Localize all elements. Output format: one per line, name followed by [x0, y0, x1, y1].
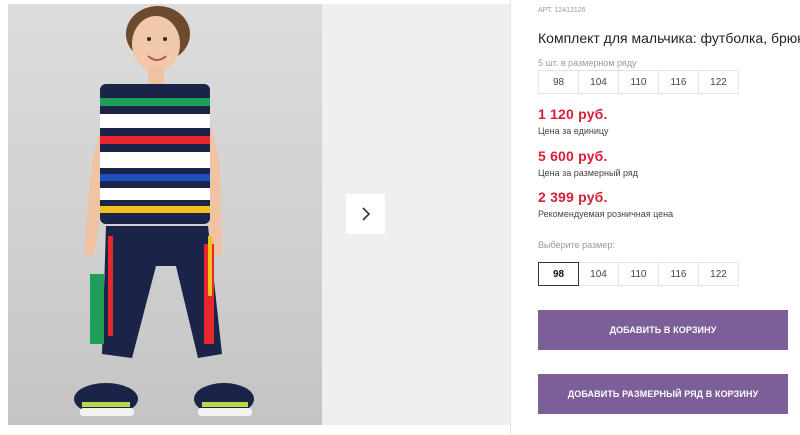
pack-price: 5 600 руб.: [538, 148, 608, 164]
pack-size-cell: 104: [578, 70, 619, 94]
next-image-button[interactable]: [346, 194, 385, 234]
article-number: АРТ. 12412126: [538, 7, 586, 14]
size-option-110[interactable]: 110: [618, 262, 659, 286]
size-option-104[interactable]: 104: [578, 262, 619, 286]
pack-sizes: 98 104 110 116 122: [538, 70, 739, 94]
unit-price: 1 120 руб.: [538, 106, 608, 122]
choose-size-label: Выберите размер:: [538, 240, 615, 250]
size-selector: 98 104 110 116 122: [538, 262, 739, 286]
add-pack-to-cart-button[interactable]: ДОБАВИТЬ РАЗМЕРНЫЙ РЯД В КОРЗИНУ: [538, 374, 788, 414]
add-to-cart-button[interactable]: ДОБАВИТЬ В КОРЗИНУ: [538, 310, 788, 350]
pack-size-cell: 110: [618, 70, 659, 94]
pack-size-cell: 98: [538, 70, 579, 94]
size-option-98[interactable]: 98: [538, 262, 579, 286]
retail-price-label: Рекомендуемая розничная цена: [538, 209, 674, 219]
product-photo[interactable]: [8, 4, 322, 425]
size-option-122[interactable]: 122: [698, 262, 739, 286]
product-info: АРТ. 12412126 Комплект для мальчика: фут…: [538, 0, 800, 435]
unit-price-label: Цена за единицу: [538, 126, 609, 136]
retail-price: 2 399 руб.: [538, 189, 608, 205]
size-option-116[interactable]: 116: [658, 262, 699, 286]
pack-size-cell: 122: [698, 70, 739, 94]
chevron-right-icon: [361, 207, 370, 221]
pack-price-label: Цена за размерный ряд: [538, 168, 639, 178]
column-divider: [510, 0, 511, 435]
product-gallery: [0, 0, 510, 435]
pack-size-cell: 116: [658, 70, 699, 94]
product-title: Комплект для мальчика: футболка, брюки: [538, 30, 800, 46]
pack-label: 5 шт. в размерном ряду: [538, 58, 637, 68]
